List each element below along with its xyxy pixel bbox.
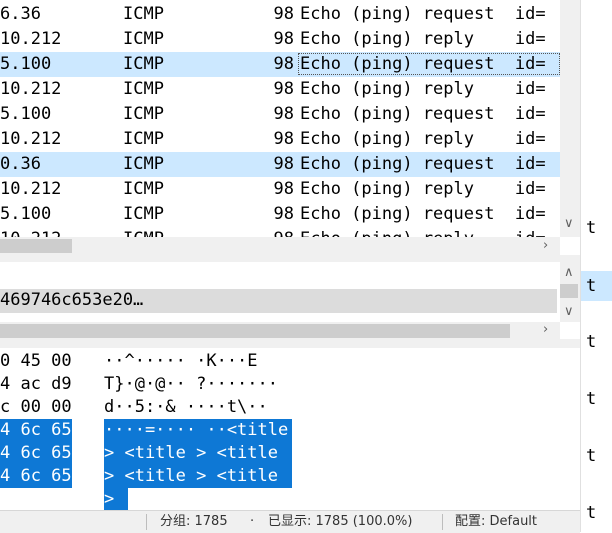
- packet-row[interactable]: 0.36 ICMP 98 Echo (ping) request id=: [0, 152, 560, 177]
- adjacent-text: t: [586, 276, 597, 296]
- packet-source: 5.100: [0, 204, 52, 224]
- packet-row[interactable]: 10.212 ICMP 98 Echo (ping) reply id=: [0, 177, 560, 202]
- pane-splitter[interactable]: [0, 255, 580, 262]
- packet-length: 98: [273, 79, 294, 99]
- packet-list-horizontal-scrollbar[interactable]: ›: [0, 237, 560, 255]
- packet-source: 10.212: [0, 129, 62, 149]
- packet-protocol: ICMP: [123, 29, 164, 49]
- hex-line[interactable]: c 00 00: [0, 396, 72, 419]
- packet-info: Echo (ping) reply id=: [300, 179, 546, 199]
- packet-length: 98: [273, 29, 294, 49]
- packet-length: 98: [273, 4, 294, 24]
- ascii-line[interactable]: > <title > <title: [104, 465, 278, 488]
- details-horizontal-scrollbar[interactable]: ›: [0, 322, 560, 339]
- packet-info: Echo (ping) reply id=: [300, 227, 546, 237]
- scrollbar-thumb[interactable]: [560, 284, 578, 298]
- adjacent-text: t: [586, 446, 597, 466]
- ascii-line[interactable]: ····=···· ··<title: [104, 419, 288, 442]
- divider: [442, 514, 443, 530]
- scroll-up-arrow-icon[interactable]: ∧: [564, 265, 574, 281]
- packet-list-vertical-scrollbar[interactable]: ∨: [560, 0, 580, 237]
- packet-source: 10.212: [0, 179, 62, 199]
- adjacent-text: t: [586, 503, 597, 523]
- scroll-right-arrow-icon[interactable]: ›: [543, 322, 548, 338]
- adjacent-text: t: [586, 389, 597, 409]
- packet-protocol: ICMP: [123, 54, 164, 74]
- packet-protocol: ICMP: [123, 4, 164, 24]
- packet-info: Echo (ping) request id=: [300, 154, 546, 174]
- packet-protocol: ICMP: [123, 154, 164, 174]
- ascii-line[interactable]: >: [104, 488, 114, 510]
- packet-length: 98: [250, 227, 294, 237]
- pane-splitter[interactable]: [0, 339, 580, 348]
- adjacent-text: t: [586, 218, 597, 238]
- packet-protocol: ICMP: [123, 227, 164, 237]
- packet-protocol: ICMP: [123, 79, 164, 99]
- packet-row[interactable]: 10.212 ICMP 98 Echo (ping) reply id=: [0, 127, 560, 152]
- status-bar: 分组: 1785 · 已显示: 1785 (100.0%) 配置: Defaul…: [0, 510, 580, 533]
- details-vertical-scrollbar[interactable]: ∧ ∨: [560, 262, 580, 322]
- packet-info: Echo (ping) reply id=: [300, 129, 546, 149]
- hex-line[interactable]: 4 6c 65: [0, 442, 72, 465]
- scrollbar-thumb[interactable]: [0, 324, 510, 338]
- status-profile[interactable]: 配置: Default: [455, 511, 537, 533]
- packet-source: 10.212: [0, 29, 62, 49]
- packet-length: 98: [273, 129, 294, 149]
- packet-row[interactable]: 6.36 ICMP 98 Echo (ping) request id=: [0, 2, 560, 27]
- adjacent-text: t: [586, 332, 597, 352]
- hex-line[interactable]: 4 ac d9: [0, 373, 72, 396]
- packet-info: Echo (ping) request id=: [300, 204, 546, 224]
- packet-bytes[interactable]: 0 45 00 4 ac d9 c 00 00 4 6c 65 4 6c 65 4 6c …: [0, 348, 580, 510]
- ascii-line[interactable]: > <title > <title: [104, 442, 278, 465]
- status-displayed: 已显示: 1785 (100.0%): [268, 514, 413, 529]
- packet-info: Echo (ping) request id=: [300, 104, 546, 124]
- adjacent-pane: t t t t t t: [580, 0, 612, 532]
- packet-row[interactable]: 5.100 ICMP 98 Echo (ping) request id=: [0, 52, 560, 77]
- packet-row[interactable]: 5.100 ICMP 98 Echo (ping) request id=: [0, 202, 560, 227]
- packet-row[interactable]: 5.100 ICMP 98 Echo (ping) request id=: [0, 102, 560, 127]
- packet-protocol: ICMP: [123, 204, 164, 224]
- packet-info: Echo (ping) reply id=: [300, 79, 546, 99]
- packet-list[interactable]: 6.36 ICMP 98 Echo (ping) request id= 10.212 I…: [0, 0, 560, 237]
- status-packets: 分组: 1785: [160, 514, 228, 529]
- ascii-line[interactable]: d··5:·& ····t\··: [104, 396, 268, 419]
- details-selected-row[interactable]: 469746c653e20…: [0, 289, 557, 313]
- packet-info: Echo (ping) request id=: [300, 4, 546, 24]
- packet-info: Echo (ping) reply id=: [300, 29, 546, 49]
- packet-protocol: ICMP: [123, 179, 164, 199]
- packet-source: 5.100: [0, 104, 52, 124]
- hex-line[interactable]: 0 45 00: [0, 350, 72, 373]
- packet-protocol: ICMP: [123, 129, 164, 149]
- packet-row[interactable]: 10.212 ICMP 98 Echo (ping) reply id=: [0, 227, 560, 237]
- packet-length: 98: [273, 54, 294, 74]
- packet-source: 10.212: [0, 227, 61, 237]
- packet-row[interactable]: 10.212 ICMP 98 Echo (ping) reply id=: [0, 77, 560, 102]
- hex-line[interactable]: 4 6c 65: [0, 419, 72, 442]
- scroll-down-arrow-icon[interactable]: ∨: [564, 304, 574, 320]
- packet-source: 6.36: [0, 4, 41, 24]
- packet-length: 98: [273, 204, 294, 224]
- focus-outline: [298, 53, 560, 75]
- ascii-line[interactable]: T}·@·@·· ?·······: [104, 373, 278, 396]
- scroll-down-arrow-icon[interactable]: ∨: [564, 216, 574, 232]
- hex-line[interactable]: 4 6c 65: [0, 465, 72, 488]
- status-bullet: ·: [250, 514, 255, 529]
- details-hex-summary: 469746c653e20…: [0, 290, 144, 310]
- packet-length: 98: [273, 179, 294, 199]
- packet-protocol: ICMP: [123, 104, 164, 124]
- scrollbar-thumb[interactable]: [0, 239, 72, 253]
- ascii-line[interactable]: ··^····· ·K···E: [104, 350, 258, 373]
- divider: [146, 514, 147, 530]
- packet-row[interactable]: 10.212 ICMP 98 Echo (ping) reply id=: [0, 27, 560, 52]
- packet-length: 98: [273, 154, 294, 174]
- scroll-right-arrow-icon[interactable]: ›: [543, 238, 548, 254]
- packet-source: 0.36: [0, 154, 41, 174]
- packet-source: 5.100: [0, 54, 52, 74]
- packet-length: 98: [273, 104, 294, 124]
- packet-source: 10.212: [0, 79, 62, 99]
